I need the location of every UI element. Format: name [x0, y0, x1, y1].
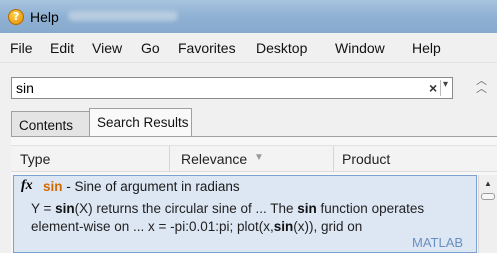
menu-bar: File Edit View Go Favorites Desktop Wind… — [0, 33, 497, 63]
clear-icon[interactable]: × — [429, 80, 437, 96]
column-product[interactable]: Product — [342, 151, 390, 167]
title-bar: ? Help — [0, 0, 497, 33]
result-product[interactable]: MATLAB — [412, 235, 463, 250]
function-icon: fx — [21, 178, 33, 193]
menu-go[interactable]: Go — [141, 40, 160, 56]
menu-window[interactable]: Window — [335, 40, 385, 56]
results-header: Type Relevance ▼ Product — [11, 145, 497, 172]
title-blur — [68, 11, 178, 21]
result-title[interactable]: sin - Sine of argument in radians — [43, 179, 240, 194]
menu-file[interactable]: File — [10, 40, 33, 56]
tab-search-results[interactable]: Search Results — [89, 108, 192, 137]
desc-keyword: sin — [297, 201, 317, 216]
menu-desktop[interactable]: Desktop — [256, 40, 307, 56]
result-row[interactable]: fx sin - Sine of argument in radians Y =… — [13, 175, 477, 253]
result-name[interactable]: sin — [43, 179, 63, 194]
search-dropdown-icon[interactable]: ▾ — [443, 79, 448, 90]
desc-text: (x)), grid on — [293, 219, 363, 234]
menu-view[interactable]: View — [92, 40, 122, 56]
scroll-thumb[interactable] — [481, 193, 495, 200]
column-relevance[interactable]: Relevance — [181, 151, 247, 167]
matlab-help-icon: ? — [8, 9, 24, 25]
vertical-scrollbar[interactable]: ▲ — [478, 175, 497, 253]
double-chevron-up-icon[interactable]: ︿ ︿ — [476, 76, 487, 95]
tab-strip: Contents Search Results — [0, 108, 497, 138]
sort-desc-icon: ▼ — [254, 152, 264, 163]
menu-edit[interactable]: Edit — [50, 40, 74, 56]
column-divider[interactable] — [169, 146, 170, 172]
search-bar: × ▾ ︿︿ — [0, 63, 497, 108]
results-panel: Type Relevance ▼ Product fx sin - Sine o… — [11, 137, 497, 253]
tab-contents[interactable]: Contents — [11, 111, 90, 138]
result-summary: - Sine of argument in radians — [62, 179, 240, 194]
desc-keyword: sin — [55, 201, 75, 216]
search-input[interactable] — [16, 80, 411, 96]
scroll-up-icon[interactable]: ▲ — [484, 179, 492, 188]
search-divider — [440, 80, 441, 96]
menu-help[interactable]: Help — [412, 40, 441, 56]
search-box: × ▾ — [11, 77, 453, 99]
desc-keyword: sin — [273, 219, 294, 234]
column-divider[interactable] — [333, 146, 334, 172]
desc-text: Y = — [31, 201, 56, 216]
result-description: Y = sin(X) returns the circular sine of … — [31, 200, 478, 236]
window-title: Help — [30, 9, 59, 25]
desc-text: (X) returns the circular sine of ... The — [74, 201, 298, 216]
menu-favorites[interactable]: Favorites — [178, 40, 236, 56]
column-type[interactable]: Type — [20, 151, 50, 167]
